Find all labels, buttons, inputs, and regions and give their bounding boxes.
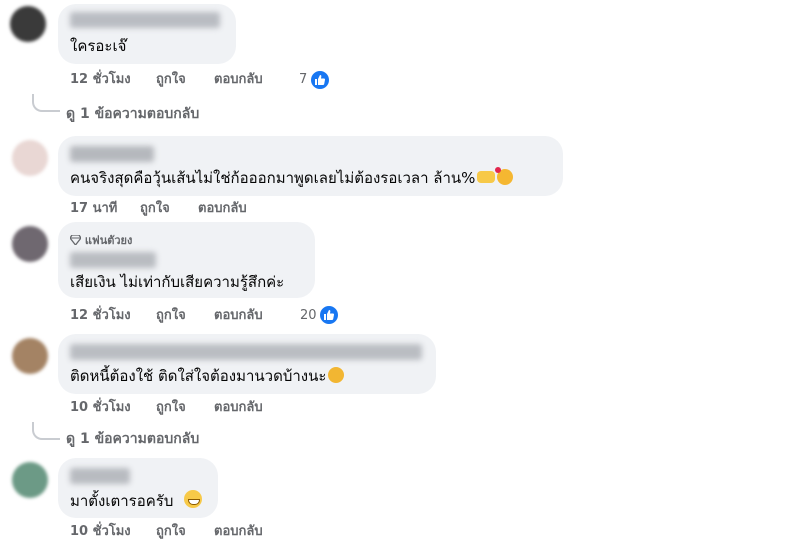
comment-bubble: ติดหนี้ต้องใช้ ติดใส่ใจต้องมานวดบ้างนะ [58,334,436,394]
reaction-count[interactable]: 20 [300,308,317,323]
comment-text: คนจริงสุดคือวุ้นเส้นไม่ใช่ก้อออกมาพูดเลย… [70,167,514,188]
diamond-badge-icon [69,234,82,247]
avatar[interactable] [12,338,48,374]
reply-button[interactable]: ตอบกลับ [214,306,263,326]
author-name-blurred[interactable] [70,468,130,484]
reply-button[interactable]: ตอบกลับ [214,70,263,90]
thread-connector [32,422,60,440]
like-button[interactable]: ถูกใจ [140,199,170,219]
avatar[interactable] [12,226,48,262]
comment-text-content: ติดหนี้ต้องใช้ ติดใส่ใจต้องมานวดบ้างนะ [70,367,327,385]
reply-button[interactable]: ตอบกลับ [214,398,263,418]
author-name-blurred[interactable] [70,146,154,162]
like-button[interactable]: ถูกใจ [156,70,186,90]
thread-connector [32,94,60,112]
comment-text: เสียเงิน ไม่เท่ากับเสียความรู้สึกค่ะ [70,273,285,291]
heart-hands-emoji [477,171,496,183]
timestamp[interactable]: 10 ชั่วโมง [70,522,131,542]
author-name-blurred[interactable] [70,252,156,268]
comment-text: ใครอะเจ๊ [70,37,127,55]
comment-text-content: คนจริงสุดคือวุ้นเส้นไม่ใช่ก้อออกมาพูดเลย… [70,169,476,187]
view-replies-link[interactable]: ดู 1 ข้อความตอบกลับ [66,103,199,125]
avatar[interactable] [12,140,48,176]
reply-button[interactable]: ตอบกลับ [214,522,263,542]
like-button[interactable]: ถูกใจ [156,522,186,542]
grin-emoji [184,490,203,508]
timestamp[interactable]: 17 นาที [70,199,117,219]
comment-text: มาตั้งเตารอครับ [70,490,203,511]
comment-bubble: คนจริงสุดคือวุ้นเส้นไม่ใช่ก้อออกมาพูดเลย… [58,136,563,196]
like-thumb-icon [309,69,331,91]
sweat-smile-emoji [328,367,345,383]
like-button[interactable]: ถูกใจ [156,398,186,418]
timestamp[interactable]: 12 ชั่วโมง [70,70,131,90]
comment-actions: 10 ชั่วโมง ถูกใจ ตอบกลับ [70,522,340,542]
reaction-count[interactable]: 7 [299,72,307,87]
comment-bubble: แฟนตัวยง เสียเงิน ไม่เท่ากับเสียความรู้ส… [58,222,315,298]
comment-text-content: มาตั้งเตารอครับ [70,492,174,510]
badge-label: แฟนตัวยง [84,234,133,247]
comment-text: ติดหนี้ต้องใช้ ติดใส่ใจต้องมานวดบ้างนะ [70,366,345,386]
author-name-blurred[interactable] [70,12,220,28]
comment-actions: 17 นาที ถูกใจ ตอบกลับ [70,199,270,219]
comment-bubble: ใครอะเจ๊ [58,4,236,64]
like-button[interactable]: ถูกใจ [156,306,186,326]
author-name-blurred[interactable] [70,344,422,360]
reply-button[interactable]: ตอบกลับ [198,199,247,219]
avatar[interactable] [12,462,48,498]
avatar[interactable] [10,6,46,42]
top-fan-badge: แฟนตัวยง [69,231,133,249]
comment-actions: 10 ชั่วโมง ถูกใจ ตอบกลับ [70,398,340,418]
timestamp[interactable]: 10 ชั่วโมง [70,398,131,418]
view-replies-link[interactable]: ดู 1 ข้อความตอบกลับ [66,428,199,450]
smiling-hearts-emoji [495,167,514,185]
like-thumb-icon [318,304,340,326]
comment-bubble: มาตั้งเตารอครับ [58,458,218,518]
timestamp[interactable]: 12 ชั่วโมง [70,306,131,326]
